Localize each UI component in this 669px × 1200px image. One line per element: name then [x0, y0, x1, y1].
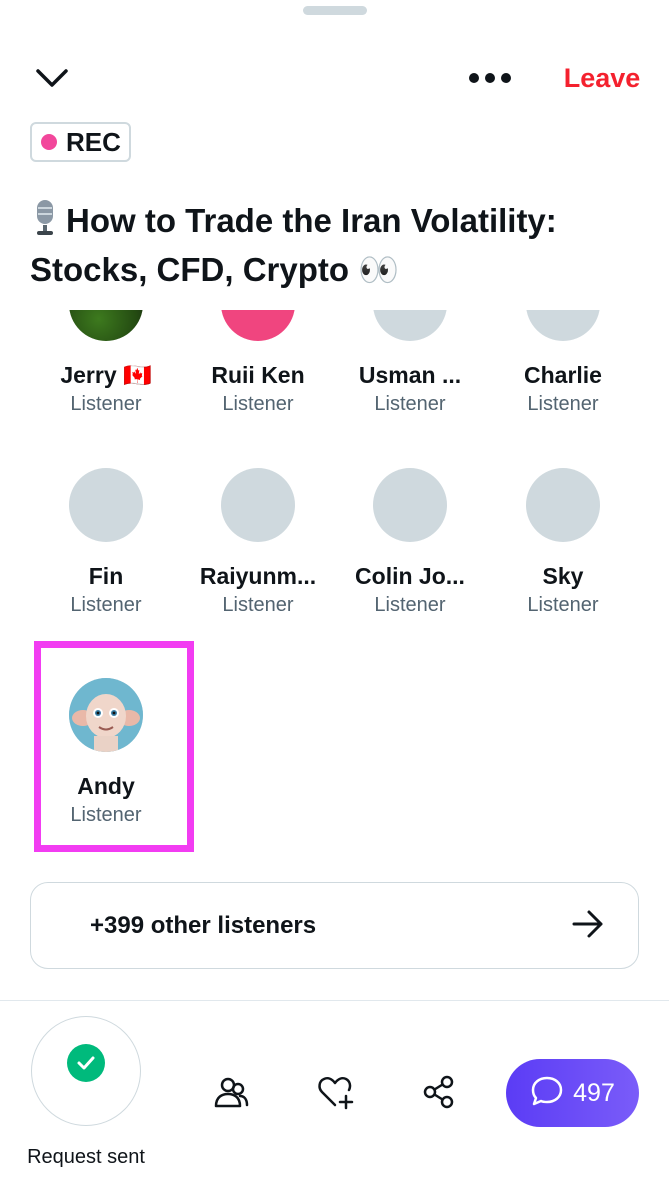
- participant-tile[interactable]: Charlie Listener: [487, 310, 639, 417]
- more-dots-icon[interactable]: [462, 60, 518, 96]
- participant-role: Listener: [70, 393, 142, 415]
- participant-name: Charlie: [524, 362, 602, 388]
- chat-button[interactable]: 497: [506, 1059, 639, 1127]
- participant-name: Usman ...: [358, 362, 462, 388]
- rec-dot: [41, 134, 57, 150]
- people-icon[interactable]: [211, 1072, 251, 1112]
- arrow-right-icon: [571, 909, 605, 944]
- participant-role: Listener: [222, 594, 294, 616]
- microphone-icon: [30, 198, 60, 247]
- divider: [0, 1000, 669, 1001]
- participant-tile[interactable]: Colin Jo... Listener: [334, 468, 486, 618]
- participant-name: Colin Jo...: [355, 563, 465, 589]
- rec-badge: REC: [30, 122, 131, 162]
- rec-label: REC: [66, 126, 121, 157]
- chevron-down-icon[interactable]: [30, 58, 74, 98]
- request-button[interactable]: [31, 1016, 141, 1126]
- share-icon[interactable]: [419, 1072, 459, 1112]
- participant-tile[interactable]: Usman ... Listener: [334, 310, 486, 417]
- participant-name: Jerry 🇨🇦: [60, 362, 152, 388]
- space-title-line1: How to Trade the Iran Volatility:: [66, 202, 557, 239]
- participant-name: Sky: [542, 563, 584, 589]
- avatar: [373, 468, 447, 542]
- avatar: [526, 310, 600, 341]
- check-icon: [67, 1044, 105, 1082]
- participant-role: Listener: [222, 393, 294, 415]
- other-listeners-label: +399 other listeners: [90, 911, 317, 939]
- avatar: [373, 310, 447, 341]
- participant-role: Listener: [374, 594, 446, 616]
- other-listeners-button[interactable]: +399 other listeners: [30, 882, 639, 969]
- avatar: [526, 468, 600, 542]
- avatar: [221, 310, 295, 341]
- leave-button[interactable]: Leave: [556, 60, 648, 96]
- participant-tile[interactable]: Raiyunm... Listener: [182, 468, 334, 618]
- participant-role: Listener: [374, 393, 446, 415]
- avatar: [221, 468, 295, 542]
- avatar: [69, 310, 143, 341]
- space-title-line2: Stocks, CFD, Crypto 👀: [30, 251, 400, 288]
- participant-role: Listener: [527, 594, 599, 616]
- participant-role: Listener: [70, 594, 142, 616]
- participant-tile[interactable]: Ruii Ken Listener: [182, 310, 334, 417]
- participant-tile[interactable]: Jerry 🇨🇦 Listener: [30, 310, 182, 417]
- space-title: How to Trade the Iran Volatility: Stocks…: [30, 198, 650, 292]
- participants-row-1: Jerry 🇨🇦 Listener Ruii Ken Listener Usma…: [0, 310, 669, 420]
- participant-name: Raiyunm...: [199, 563, 317, 589]
- heart-plus-icon[interactable]: [316, 1072, 356, 1112]
- highlight-box: [34, 641, 194, 852]
- chat-count: 497: [573, 1078, 615, 1107]
- top-bar: Leave: [0, 50, 669, 106]
- participant-tile[interactable]: Fin Listener: [30, 468, 182, 618]
- chat-bubble-icon: [530, 1075, 564, 1112]
- participant-role: Listener: [527, 393, 599, 415]
- participant-tile[interactable]: Sky Listener: [487, 468, 639, 618]
- participant-name: Ruii Ken: [211, 362, 305, 388]
- participant-name: Fin: [88, 563, 124, 589]
- request-label: Request sent: [27, 1146, 145, 1168]
- avatar: [69, 468, 143, 542]
- drag-handle[interactable]: [303, 6, 367, 15]
